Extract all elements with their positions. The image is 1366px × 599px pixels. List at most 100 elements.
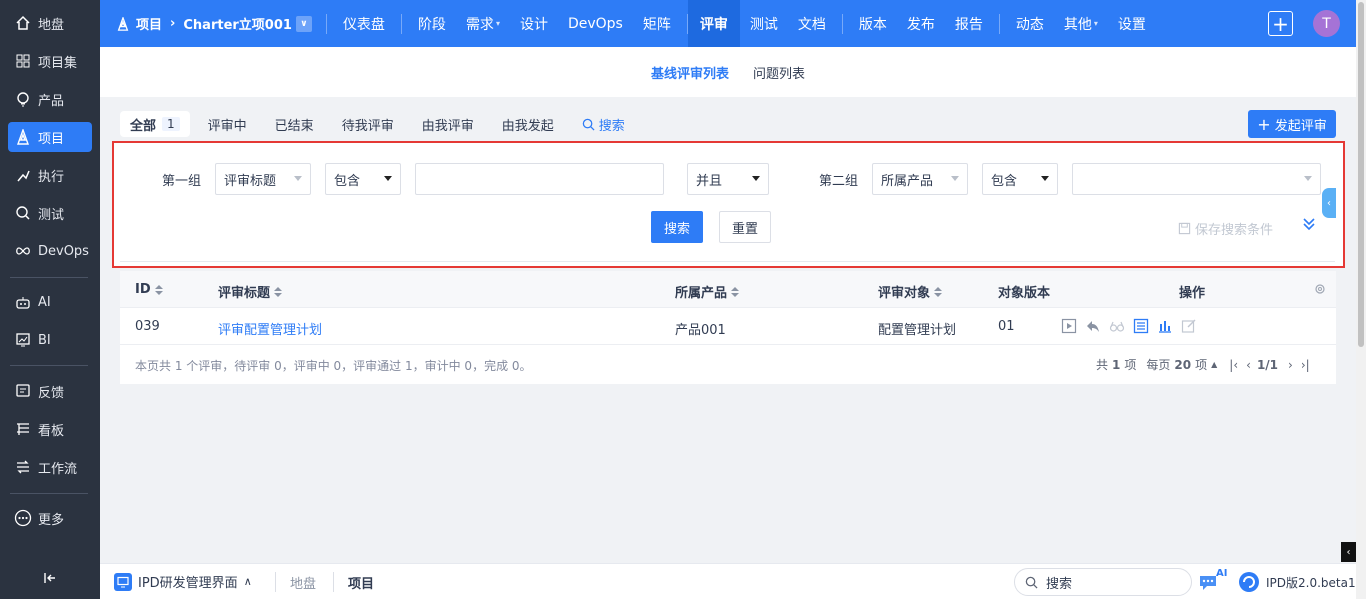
edit-icon[interactable] <box>1180 317 1198 335</box>
avatar[interactable]: T <box>1313 10 1340 37</box>
filter-in-review[interactable]: 评审中 <box>198 111 257 137</box>
sidebar-divider <box>10 493 88 494</box>
sidebar-item-label: 产品 <box>38 93 65 109</box>
breadcrumb-root[interactable]: 项目 <box>136 14 162 33</box>
nav-build[interactable]: 版本 <box>849 0 897 47</box>
nav-dynamic[interactable]: 动态 <box>1006 0 1054 47</box>
group2-field-select[interactable]: 所属产品 <box>872 163 968 195</box>
bottom-crumb-home[interactable]: 地盘 <box>290 573 316 592</box>
sidebar-item-project[interactable]: 项目 <box>8 122 92 152</box>
sidebar-item-ai[interactable]: AI <box>8 287 92 317</box>
group1-value-input[interactable] <box>415 163 664 195</box>
sidebar-item-product[interactable]: 产品 <box>8 84 92 114</box>
search-toggle-label: 搜索 <box>598 118 625 134</box>
column-header-version[interactable]: 对象版本 <box>998 282 1052 301</box>
search-toggle[interactable]: 搜索 <box>572 111 635 137</box>
nav-requirement[interactable]: 需求 ▾ <box>456 0 510 47</box>
tab-baseline-review-list[interactable]: 基线评审列表 <box>651 63 729 82</box>
first-page-icon[interactable]: |‹ <box>1229 358 1238 372</box>
breadcrumb-project[interactable]: Charter立项001 <box>183 14 292 33</box>
bar-chart-icon[interactable] <box>1156 317 1174 335</box>
scrollbar-thumb[interactable] <box>1358 2 1364 347</box>
next-page-icon[interactable]: › <box>1288 358 1293 372</box>
logic-select[interactable]: 并且 <box>687 163 769 195</box>
add-button[interactable]: + <box>1268 11 1293 36</box>
sidebar-item-workflow[interactable]: 工作流 <box>8 452 92 482</box>
sidebar-item-more[interactable]: 更多 <box>8 503 92 533</box>
last-page-icon[interactable]: ›| <box>1301 358 1310 372</box>
nav-label: 其他 <box>1063 16 1092 33</box>
project-icon <box>116 16 130 31</box>
nav-matrix[interactable]: 矩阵 <box>633 0 681 47</box>
nav-doc[interactable]: 文档 <box>788 0 836 47</box>
search-button[interactable]: 搜索 <box>651 211 703 243</box>
sidebar-item-kanban[interactable]: 看板 <box>8 414 92 444</box>
nav-divider <box>841 13 843 34</box>
play-icon[interactable] <box>1060 317 1078 335</box>
tab-issue-list[interactable]: 问题列表 <box>753 63 805 82</box>
filter-pending-me[interactable]: 待我评审 <box>332 111 404 137</box>
project-switch-button[interactable]: ∨ <box>295 15 312 32</box>
per-page-value[interactable]: 20 <box>1174 358 1191 372</box>
prev-page-icon[interactable]: ‹ <box>1246 358 1251 372</box>
group2-value-select[interactable] <box>1072 163 1321 195</box>
reply-icon[interactable] <box>1084 317 1102 335</box>
bottom-bar: IPD研发管理界面 ∧ 地盘 项目 搜索 AI IPD版2.0.beta1 <box>100 563 1356 599</box>
filter-initiated-by-me[interactable]: 由我发起 <box>492 111 564 137</box>
nav-other[interactable]: 其他 ▾ <box>1054 0 1108 47</box>
total-suffix: 项 <box>1124 358 1137 372</box>
side-panel-handle[interactable]: ‹ <box>1322 188 1336 218</box>
reset-button[interactable]: 重置 <box>719 211 771 243</box>
sidebar-item-label: 执行 <box>38 169 65 185</box>
sidebar-item-program[interactable]: 项目集 <box>8 46 92 76</box>
filter-all[interactable]: 全部 1 <box>120 111 190 137</box>
save-search-condition[interactable]: 保存搜索条件 <box>1178 219 1273 238</box>
nav-review[interactable]: 评审 <box>687 0 740 47</box>
bottom-crumb-project[interactable]: 项目 <box>348 573 374 592</box>
settings-icon[interactable] <box>1314 283 1326 299</box>
filter-reviewed-by-me[interactable]: 由我评审 <box>412 111 484 137</box>
sidebar-item-feedback[interactable]: 反馈 <box>8 376 92 406</box>
nav-devops[interactable]: DevOps <box>558 0 633 47</box>
global-search-input[interactable]: 搜索 <box>1014 568 1192 596</box>
workspace-switcher[interactable]: IPD研发管理界面 ∧ <box>114 572 252 591</box>
ai-chat-icon[interactable]: AI <box>1198 568 1227 596</box>
sidebar-item-execution[interactable]: 执行 <box>8 160 92 190</box>
sidebar-item-home[interactable]: 地盘 <box>8 8 92 38</box>
sidebar-item-devops[interactable]: DevOps <box>8 236 92 266</box>
version-info[interactable]: IPD版2.0.beta1 <box>1238 571 1356 593</box>
save-condition-label: 保存搜索条件 <box>1195 223 1274 238</box>
nav-test[interactable]: 测试 <box>740 0 788 47</box>
nav-settings[interactable]: 设置 <box>1108 0 1156 47</box>
collapse-icon[interactable] <box>43 571 57 589</box>
sort-icon <box>154 284 163 295</box>
nav-stage[interactable]: 阶段 <box>408 0 456 47</box>
filter-finished[interactable]: 已结束 <box>265 111 324 137</box>
nav-release[interactable]: 发布 <box>897 0 945 47</box>
glasses-icon[interactable] <box>1108 317 1126 335</box>
header-label: 所属产品 <box>675 286 728 301</box>
sidebar-item-bi[interactable]: BI <box>8 325 92 355</box>
column-header-id[interactable]: ID <box>135 282 163 297</box>
group2-operator-select[interactable]: 包含 <box>982 163 1058 195</box>
chevron-left-icon[interactable]: ‹ <box>1341 542 1356 562</box>
caret-up-icon[interactable]: ▲ <box>1211 360 1217 369</box>
group1-field-select[interactable]: 评审标题 <box>215 163 311 195</box>
column-header-actions: 操作 <box>1179 286 1206 301</box>
expand-icon[interactable] <box>1302 217 1316 235</box>
nav-report[interactable]: 报告 <box>945 0 993 47</box>
group1-operator-select[interactable]: 包含 <box>325 163 401 195</box>
list-icon[interactable] <box>1132 317 1150 335</box>
sidebar-item-test[interactable]: 测试 <box>8 198 92 228</box>
create-review-button[interactable]: + 发起评审 <box>1248 110 1336 138</box>
nav-design[interactable]: 设计 <box>510 0 558 47</box>
column-header-product[interactable]: 所属产品 <box>675 282 740 301</box>
table-footer: 本页共 1 个评审，待评审 0，评审中 0，评审通过 1，审计中 0，完成 0。… <box>120 345 1336 384</box>
page-scrollbar[interactable] <box>1356 0 1366 599</box>
run-icon <box>14 166 32 184</box>
nav-dashboard[interactable]: 仪表盘 <box>333 0 395 47</box>
column-header-object[interactable]: 评审对象 <box>878 282 943 301</box>
group2-label: 第二组 <box>819 174 859 189</box>
column-header-title[interactable]: 评审标题 <box>218 282 283 301</box>
cell-title-link[interactable]: 评审配置管理计划 <box>218 319 322 338</box>
